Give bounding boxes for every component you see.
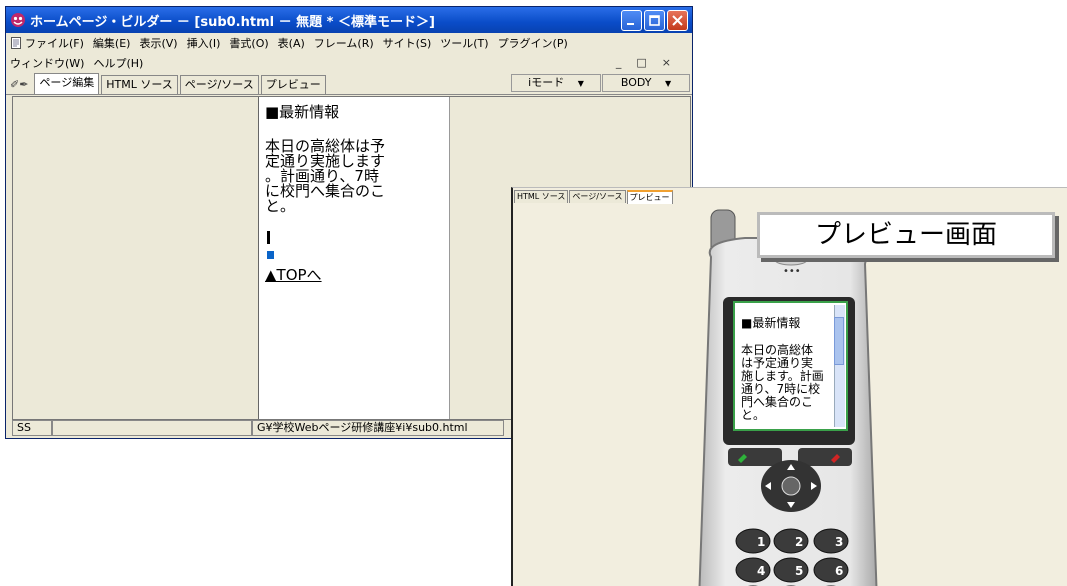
- menu-file[interactable]: ファイル(F): [25, 35, 84, 51]
- chevron-down-icon: ▼: [577, 79, 584, 88]
- minimize-button[interactable]: [621, 9, 642, 31]
- tab-page-source[interactable]: ページ/ソース: [179, 75, 259, 94]
- soft-key-dots: •••: [783, 266, 801, 277]
- screen-scroll-thumb[interactable]: [834, 317, 844, 365]
- menu-format[interactable]: 書式(O): [229, 35, 268, 51]
- tab-page-edit[interactable]: ページ編集: [34, 73, 100, 94]
- menu-bar: ファイル(F) 編集(E) 表示(V) 挿入(I) 書式(O) 表(A) フレー…: [6, 33, 692, 53]
- window-title: ホームページ・ビルダー － [sub0.html － 無題 * ＜標準モード＞]: [30, 14, 435, 30]
- app-icon: [11, 13, 25, 27]
- page-canvas[interactable]: ■最新情報 本日の高総体は予 定通り実施します 。計画通り、7時 に校門へ集合の…: [258, 97, 450, 419]
- status-mode: SS: [12, 420, 52, 436]
- menu-tools[interactable]: ツール(T): [440, 35, 488, 51]
- heading-text: ■最新情報: [265, 103, 340, 121]
- mode-select[interactable]: iモード ▼: [511, 74, 601, 92]
- close-button[interactable]: [667, 9, 688, 31]
- mdi-restore-icon[interactable]: □: [636, 56, 652, 69]
- mdi-controls[interactable]: _ □ ×: [616, 56, 686, 69]
- minimize-icon: [627, 22, 634, 25]
- text-cursor: [267, 231, 270, 244]
- tag-select[interactable]: BODY ▼: [602, 74, 690, 92]
- mode-select-value: iモード: [528, 76, 565, 89]
- menu-plugin[interactable]: プラグイン(P): [498, 35, 568, 51]
- menu-insert[interactable]: 挿入(I): [187, 35, 221, 51]
- maximize-icon: [649, 14, 660, 26]
- return-mark-icon: [267, 251, 274, 259]
- menu-view[interactable]: 表示(V): [139, 35, 177, 51]
- menu-edit[interactable]: 編集(E): [93, 35, 131, 51]
- phone-screen[interactable]: ■最新情報 本日の高総体 は予定通り実 施します。計画 通り、7時に校 門へ集合…: [733, 301, 848, 431]
- tag-select-value: BODY: [620, 76, 652, 89]
- menu-site[interactable]: サイト(S): [383, 35, 432, 51]
- body-line: と。: [265, 197, 296, 215]
- top-link[interactable]: ▲TOPへ: [265, 264, 322, 285]
- key-2: 2: [795, 535, 803, 549]
- key-4: 4: [757, 564, 765, 578]
- screen-line: と。: [741, 408, 766, 422]
- status-empty: [52, 420, 252, 436]
- menu-window[interactable]: ウィンドウ(W): [10, 55, 84, 71]
- close-icon: [672, 14, 683, 26]
- screen-heading: ■最新情報: [741, 316, 801, 330]
- menu-frame[interactable]: フレーム(R): [314, 35, 374, 51]
- menu-table[interactable]: 表(A): [278, 35, 305, 51]
- view-tabs: ✐✒ ページ編集 HTML ソース ページ/ソース プレビュー iモード ▼ B…: [6, 72, 692, 95]
- preview-window: HTML ソース ページ/ソース プレビュー ••• 1 2 3 4 5 6 ■…: [511, 187, 1067, 586]
- tab-html-source[interactable]: HTML ソース: [101, 75, 178, 94]
- mdi-close-icon[interactable]: ×: [662, 56, 677, 69]
- edit-mode-icon[interactable]: ✐✒: [10, 78, 28, 91]
- preview-label: プレビュー画面: [757, 212, 1055, 258]
- key-3: 3: [835, 535, 843, 549]
- chevron-down-icon: ▼: [664, 79, 672, 88]
- tab-preview[interactable]: プレビュー: [260, 75, 326, 94]
- title-bar[interactable]: ホームページ・ビルダー － [sub0.html － 無題 * ＜標準モード＞]: [6, 7, 692, 33]
- key-1: 1: [757, 535, 765, 549]
- maximize-button[interactable]: [644, 9, 665, 31]
- key-6: 6: [835, 564, 843, 578]
- mdi-minimize-icon[interactable]: _: [616, 56, 628, 69]
- document-icon[interactable]: [10, 37, 22, 49]
- preview-tabs: HTML ソース ページ/ソース プレビュー: [513, 188, 1067, 204]
- menu-bar-row2: ウィンドウ(W) ヘルプ(H) _ □ ×: [6, 53, 692, 72]
- menu-help[interactable]: ヘルプ(H): [93, 55, 143, 71]
- status-file-path: G¥学校Webページ研修講座¥i¥sub0.html: [252, 420, 504, 436]
- key-5: 5: [795, 564, 803, 578]
